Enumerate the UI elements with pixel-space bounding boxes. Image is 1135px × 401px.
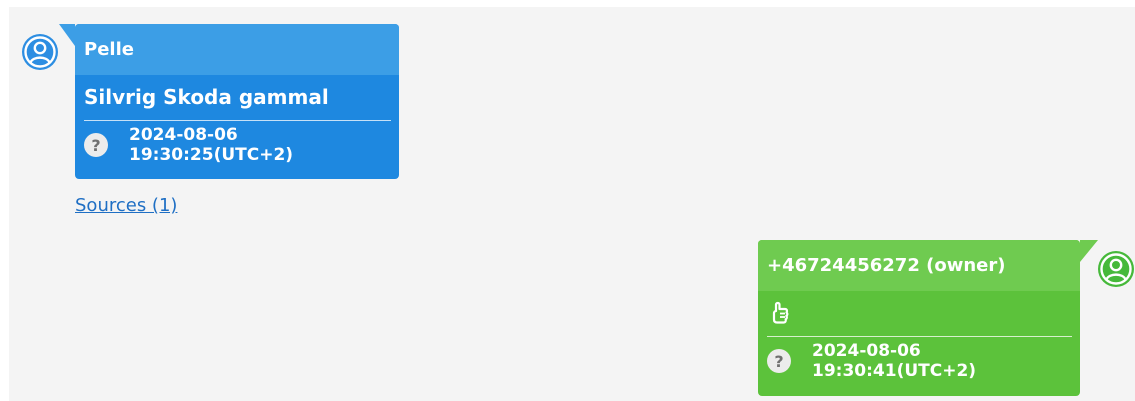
incoming-message-bubble: Pelle Silvrig Skoda gammal ? 2024-08-06 … bbox=[59, 24, 399, 179]
message-timestamp: 2024-08-06 19:30:41(UTC+2) bbox=[812, 341, 977, 381]
thumbs-up-icon bbox=[772, 301, 789, 324]
sender-name: +46724456272 (owner) bbox=[758, 240, 1080, 291]
sender-name: Pelle bbox=[75, 24, 399, 75]
message-content bbox=[767, 291, 1080, 336]
owner-avatar-icon bbox=[1098, 251, 1134, 287]
bubble-tail bbox=[1080, 240, 1098, 262]
message-text: Silvrig Skoda gammal bbox=[84, 85, 329, 109]
message-timestamp: 2024-08-06 19:30:25(UTC+2) bbox=[129, 125, 294, 165]
message-meta: ? 2024-08-06 19:30:25(UTC+2) bbox=[84, 121, 399, 169]
chat-thread: Pelle Silvrig Skoda gammal ? 2024-08-06 … bbox=[9, 7, 1135, 401]
bubble-tail bbox=[59, 24, 75, 46]
outgoing-message-bubble: +46724456272 (owner) ? 2024-08-06 19:30:… bbox=[758, 240, 1098, 396]
question-icon: ? bbox=[84, 133, 108, 157]
message-meta: ? 2024-08-06 19:30:41(UTC+2) bbox=[767, 337, 1080, 385]
question-icon: ? bbox=[767, 349, 791, 373]
user-avatar-icon bbox=[22, 34, 58, 70]
sources-link[interactable]: Sources (1) bbox=[75, 195, 177, 216]
